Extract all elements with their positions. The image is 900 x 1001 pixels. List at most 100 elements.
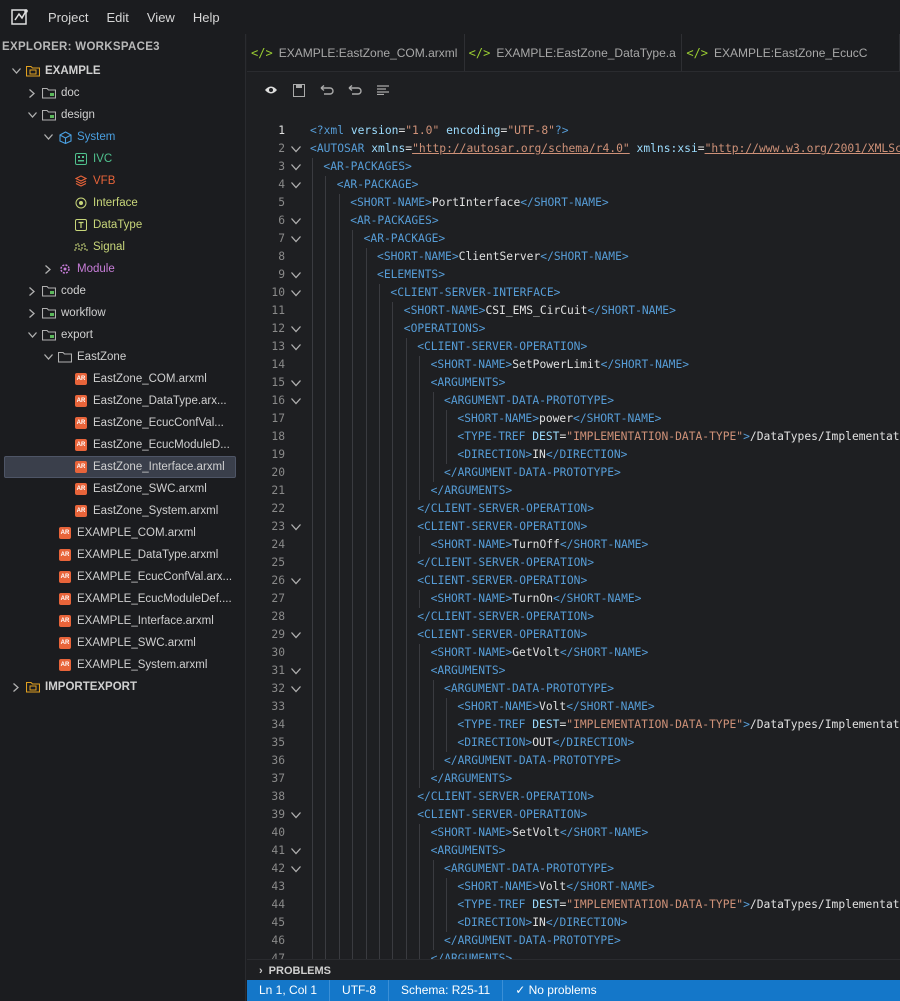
indent-guide	[325, 374, 327, 392]
indent-guide	[325, 446, 327, 464]
tree-item-eastzone-swc-arxml[interactable]: AR EastZone_SWC.arxml	[0, 478, 245, 500]
eye-icon[interactable]	[263, 82, 279, 98]
code-text: <TYPE-TREF DEST="IMPLEMENTATION-DATA-TYP…	[457, 896, 900, 914]
tree-item-importexport[interactable]: IMPORTEXPORT	[0, 676, 245, 698]
code-token: >	[641, 538, 649, 551]
fold-chevron-icon[interactable]	[291, 680, 303, 699]
fold-chevron-icon[interactable]	[291, 140, 303, 159]
chevron-right-icon[interactable]	[26, 308, 38, 318]
indent-guide	[392, 356, 394, 374]
indent-guide	[432, 878, 434, 896]
fold-chevron-icon[interactable]	[291, 320, 303, 339]
tab-eastzone-ecucc[interactable]: </> EXAMPLE:EastZone_EcucC	[682, 34, 900, 71]
fold-chevron-icon[interactable]	[291, 338, 303, 357]
line-number: 10	[271, 286, 285, 299]
fold-chevron-icon[interactable]	[291, 842, 303, 861]
problems-status[interactable]: ✓ No problems	[503, 980, 608, 1001]
fold-chevron-icon[interactable]	[291, 212, 303, 231]
tree-item-example-swc-arxml[interactable]: AR EXAMPLE_SWC.arxml	[0, 632, 245, 654]
code-token: </	[417, 790, 431, 803]
fold-chevron-icon[interactable]	[291, 806, 303, 825]
tree-item-export[interactable]: export	[0, 324, 245, 346]
tree-item-code[interactable]: code	[0, 280, 245, 302]
tree-item-label: EXAMPLE_DataType.arxml	[77, 549, 219, 561]
chevron-down-icon[interactable]	[26, 332, 38, 338]
chevron-right-icon[interactable]	[26, 88, 38, 98]
tab-eastzone-com[interactable]: </> EXAMPLE:EastZone_COM.arxml	[247, 34, 465, 71]
cursor-position[interactable]: Ln 1, Col 1	[247, 980, 331, 1001]
code-text: <ARGUMENTS>	[431, 842, 506, 860]
format-icon[interactable]	[375, 82, 391, 98]
menu-edit[interactable]: Edit	[104, 8, 130, 27]
tree-item-datatype[interactable]: DataType	[0, 214, 245, 236]
tree-item-workflow[interactable]: workflow	[0, 302, 245, 324]
chevron-right-icon[interactable]	[26, 286, 38, 296]
menu-project[interactable]: Project	[46, 8, 90, 27]
chevron-down-icon[interactable]	[26, 112, 38, 118]
indent-guide	[365, 554, 367, 572]
tree-item-signal[interactable]: Signal	[0, 236, 245, 258]
indent-guide	[379, 752, 380, 770]
chevron-right-icon[interactable]	[10, 682, 22, 692]
fold-chevron-icon[interactable]	[291, 158, 303, 177]
tree-item-example-datatype-arxml[interactable]: AR EXAMPLE_DataType.arxml	[0, 544, 245, 566]
tree-item-system[interactable]: System	[0, 126, 245, 148]
chevron-down-icon[interactable]	[10, 68, 22, 74]
tree-item-example-ecucmoduledef[interactable]: AR EXAMPLE_EcucModuleDef....	[0, 588, 245, 610]
tree-item-interface[interactable]: Interface	[0, 192, 245, 214]
fold-chevron-icon[interactable]	[291, 374, 303, 393]
code-token: >	[743, 430, 750, 443]
fold-chevron-icon[interactable]	[291, 572, 303, 591]
problems-panel-header[interactable]: › PROBLEMS	[247, 959, 900, 981]
tree-item-vfb[interactable]: VFB	[0, 170, 245, 192]
tree-item-example-com-arxml[interactable]: AR EXAMPLE_COM.arxml	[0, 522, 245, 544]
code-editor[interactable]: 1 <?xml version="1.0" encoding="UTF-8"?> 2…	[247, 114, 900, 959]
tree-item-eastzone-system-arxml[interactable]: AR EastZone_System.arxml	[0, 500, 245, 522]
fold-chevron-icon[interactable]	[291, 230, 303, 249]
fold-chevron-icon[interactable]	[291, 266, 303, 285]
tree-item-eastzone[interactable]: EastZone	[0, 346, 245, 368]
fold-chevron-icon[interactable]	[291, 518, 303, 537]
file-encoding[interactable]: UTF-8	[330, 980, 390, 1001]
tree-item-doc[interactable]: doc	[0, 82, 245, 104]
tree-item-example[interactable]: EXAMPLE	[0, 60, 245, 82]
fold-chevron-icon[interactable]	[291, 860, 303, 879]
indent-guide	[352, 626, 354, 644]
tab-eastzone-datatype[interactable]: </> EXAMPLE:EastZone_DataType.a	[465, 34, 683, 71]
chevron-down-icon[interactable]	[42, 134, 54, 140]
indent-guide	[325, 482, 327, 500]
save-icon[interactable]	[291, 82, 307, 98]
tree-item-eastzone-ecucmoduled[interactable]: AR EastZone_EcucModuleD...	[0, 434, 245, 456]
fold-chevron-icon[interactable]	[291, 284, 303, 303]
tree-item-example-system-arxml[interactable]: AR EXAMPLE_System.arxml	[0, 654, 245, 676]
indent-guide	[446, 698, 447, 716]
tree-item-label: EastZone_COM.arxml	[93, 373, 207, 385]
menu-help[interactable]: Help	[191, 8, 222, 27]
tree-item-eastzone-datatype-arx[interactable]: AR EastZone_DataType.arx...	[0, 390, 245, 412]
tree-item-example-ecucconfval-arx[interactable]: AR EXAMPLE_EcucConfVal.arx...	[0, 566, 245, 588]
tree-item-module[interactable]: Module	[0, 258, 245, 280]
indent-guide	[379, 860, 380, 878]
menu-view[interactable]: View	[145, 8, 177, 27]
tree-item-eastzone-com-arxml[interactable]: AR EastZone_COM.arxml	[0, 368, 245, 390]
tree-item-ivc[interactable]: IVC	[0, 148, 245, 170]
indent-guide	[365, 626, 367, 644]
chevron-right-icon[interactable]	[42, 264, 54, 274]
code-token: </	[566, 880, 580, 893]
fold-chevron-icon[interactable]	[291, 626, 303, 645]
indent-guide	[379, 356, 380, 374]
schema-version[interactable]: Schema: R25-11	[389, 980, 504, 1001]
redo-icon[interactable]	[347, 82, 363, 98]
indent-guide	[338, 212, 340, 230]
chevron-down-icon[interactable]	[42, 354, 54, 360]
fold-chevron-icon[interactable]	[291, 662, 303, 681]
tree-item-eastzone-ecucconfval[interactable]: AR EastZone_EcucConfVal...	[0, 412, 245, 434]
fold-chevron-icon[interactable]	[291, 176, 303, 195]
undo-icon[interactable]	[319, 82, 335, 98]
tree-item-example-interface-arxml[interactable]: AR EXAMPLE_Interface.arxml	[0, 610, 245, 632]
tree-item-eastzone-interface-arxml[interactable]: AR EastZone_Interface.arxml	[4, 456, 236, 478]
fold-chevron-icon[interactable]	[291, 392, 303, 411]
code-token: SHORT-NAME	[586, 412, 655, 425]
code-token: <	[350, 196, 357, 209]
tree-item-design[interactable]: design	[0, 104, 245, 126]
